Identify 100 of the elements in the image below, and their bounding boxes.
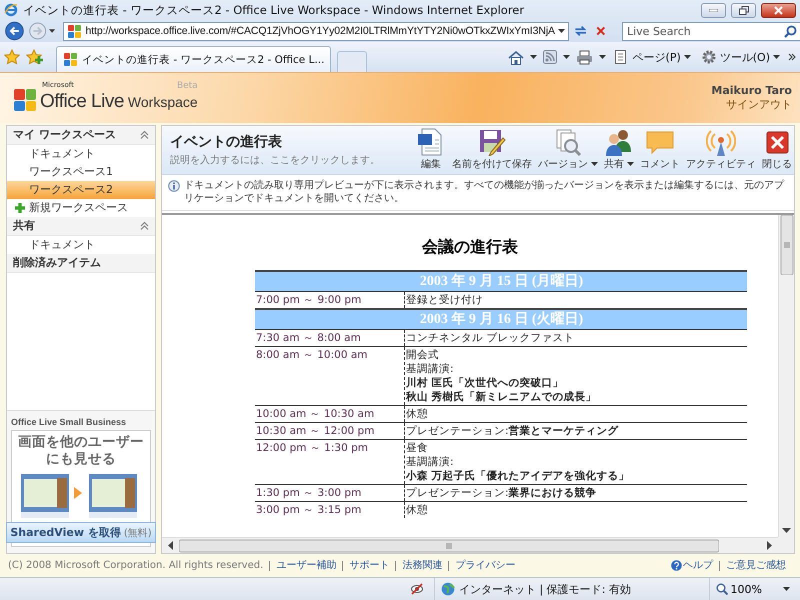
agenda-text: 基調講演: bbox=[406, 454, 455, 469]
vertical-scrollbar[interactable] bbox=[778, 214, 794, 538]
close-button[interactable] bbox=[761, 2, 796, 18]
scroll-thumb-icon bbox=[179, 538, 719, 553]
agenda-text: 休憩 bbox=[406, 502, 429, 517]
browser-tab[interactable]: イベントの進行表 - ワークスペース2 - Office L... bbox=[56, 46, 332, 72]
caret-icon[interactable] bbox=[49, 29, 56, 33]
agenda-text: 登録と受け付け bbox=[406, 292, 484, 307]
footer-link[interactable]: サポート bbox=[342, 560, 396, 571]
agenda-text: 昼食 bbox=[406, 440, 429, 455]
restore-icon bbox=[738, 6, 748, 14]
sidebar-item[interactable]: ワークスペース2 bbox=[7, 180, 155, 199]
scroll-left-icon bbox=[168, 541, 173, 550]
browser-logo-icon bbox=[4, 3, 18, 17]
agenda-text: プレゼンテーション:営業とマーケティング bbox=[406, 424, 620, 438]
sign-out-link[interactable]: サインアウト bbox=[726, 96, 792, 112]
chevron-icon[interactable] bbox=[788, 53, 796, 61]
address-field[interactable]: http://workspace.office.live.com/#CACQ1ZjVhOGY1Yy02M2I0LTRlMmYtYTY2Ni0wOTkxZWIxYmI3NjA bbox=[63, 22, 569, 40]
printer-icon[interactable] bbox=[576, 50, 593, 64]
agenda-text: 基調講演: bbox=[406, 362, 455, 376]
user-name: Maikuro Taro bbox=[711, 84, 792, 97]
collapse-icon[interactable] bbox=[140, 221, 149, 230]
time-cell: 3:00 pm ～ 3:15 pm bbox=[255, 501, 404, 518]
agenda-text: コンチネンタル ブレックファスト bbox=[406, 330, 576, 345]
price-note: (無料) bbox=[124, 526, 152, 540]
time-cell: 8:00 am ～ 10:00 am bbox=[255, 346, 404, 406]
page-icon bbox=[63, 52, 78, 67]
gear-icon bbox=[700, 49, 717, 65]
plus-icon bbox=[15, 202, 25, 213]
caret-icon bbox=[684, 55, 691, 59]
feedback-link[interactable]: ご意見ご感想 bbox=[719, 560, 792, 571]
page-menu[interactable]: ページ(P) bbox=[612, 49, 693, 65]
sidebar-item[interactable]: ドキュメント bbox=[7, 236, 155, 254]
share-button[interactable]: 共有 bbox=[604, 128, 634, 172]
comment-button[interactable]: コメント bbox=[640, 128, 680, 172]
caret-icon bbox=[591, 162, 598, 166]
back-icon[interactable] bbox=[3, 20, 26, 42]
sidebar-item[interactable]: ワークスペース1 bbox=[7, 162, 155, 181]
section-header[interactable]: 共有 bbox=[7, 216, 155, 236]
close-icon bbox=[774, 6, 783, 14]
sharedview-button[interactable]: SharedView を取得 (無料) bbox=[6, 522, 156, 544]
section-header[interactable]: 削除済みアイテム bbox=[7, 254, 155, 273]
time-cell: 7:30 am ～ 8:00 am bbox=[255, 329, 404, 346]
caret-icon bbox=[627, 162, 634, 166]
activity-button[interactable]: アクティビティ bbox=[686, 128, 756, 172]
time-cell: 10:30 am ～ 12:00 pm bbox=[255, 422, 404, 440]
caret-icon[interactable] bbox=[558, 29, 565, 33]
close-button[interactable]: 閉じる bbox=[762, 128, 792, 172]
footer-link[interactable]: 法務関連 bbox=[395, 560, 448, 571]
caret-icon bbox=[783, 587, 790, 592]
privacy-eye-icon[interactable] bbox=[410, 582, 424, 596]
preview-notice: ドキュメントの読み取り専用プレビューが下に表示されます。すべての機能が揃ったバージョンを表示または編集するには、元のアプリケーションでドキュメントを開いてください。 bbox=[184, 178, 786, 206]
description-hint[interactable]: 説明を入力するには、ここをクリックします。 bbox=[170, 152, 380, 167]
search-icon[interactable] bbox=[784, 24, 797, 38]
search-field[interactable]: Live Search bbox=[622, 22, 800, 40]
minimize-button[interactable] bbox=[701, 2, 726, 18]
scroll-down-icon bbox=[782, 528, 791, 534]
promo-title: Office Live Small Business bbox=[11, 417, 126, 428]
section-title: マイ ワークスペース bbox=[13, 127, 116, 142]
add-favorite-icon[interactable] bbox=[26, 49, 44, 65]
document-heading: 会議の進行表 bbox=[420, 236, 519, 258]
agenda-text: 開会式 bbox=[406, 348, 440, 362]
new-workspace-link[interactable]: 新規ワークスペース bbox=[7, 198, 155, 217]
window-title: イベントの進行表 - ワークスペース2 - Office Live Workspace - Windows Internet Explorer bbox=[23, 2, 526, 18]
horizontal-scrollbar[interactable] bbox=[162, 537, 778, 554]
caret-icon[interactable] bbox=[598, 55, 606, 59]
footer-link[interactable]: プライバシー bbox=[448, 560, 522, 571]
caret-icon[interactable] bbox=[562, 55, 570, 59]
brand-name: Office Live bbox=[40, 91, 124, 114]
sidebar-item[interactable]: ドキュメント bbox=[7, 144, 155, 163]
time-cell: 10:00 am ～ 10:30 am bbox=[255, 405, 404, 422]
save-as-button[interactable]: 名前を付けて保存 bbox=[452, 128, 532, 172]
help-link[interactable]: ヘルプ bbox=[671, 560, 719, 572]
home-icon[interactable] bbox=[508, 50, 524, 64]
office-logo-icon bbox=[12, 87, 38, 114]
antenna-icon bbox=[706, 128, 736, 156]
maximize-button[interactable] bbox=[731, 2, 756, 18]
favorites-star-icon[interactable] bbox=[4, 49, 20, 65]
time-cell: 1:30 pm ～ 3:00 pm bbox=[255, 484, 404, 502]
security-zone: インターネット | 保護モード: 有効 bbox=[459, 582, 631, 597]
versions-button[interactable]: バージョン bbox=[538, 128, 598, 172]
agenda-text: プレゼンテーション:業界における競争 bbox=[406, 486, 598, 500]
copyright-text: (C) 2008 Microsoft Corporation. All rights reserved. bbox=[8, 560, 264, 572]
zoom-control[interactable]: 100% bbox=[708, 578, 800, 600]
edit-button[interactable]: 編集 bbox=[416, 128, 446, 172]
footer-link[interactable]: ユーザー補助 bbox=[269, 560, 342, 571]
tools-menu[interactable]: ツール(O) bbox=[698, 49, 782, 65]
promo-headline: 画面を他のユーザーにも見せる bbox=[17, 434, 145, 468]
feed-icon[interactable] bbox=[542, 50, 557, 64]
section-header[interactable]: マイ ワークスペース bbox=[7, 126, 155, 145]
floppy-pencil-icon bbox=[477, 128, 507, 156]
agenda-text: 休憩 bbox=[406, 406, 429, 421]
globe-icon bbox=[441, 582, 455, 596]
caret-icon[interactable] bbox=[530, 55, 537, 59]
scroll-thumb-icon bbox=[780, 214, 794, 275]
zoom-icon bbox=[716, 583, 728, 596]
info-icon bbox=[168, 180, 180, 192]
date-heading: 2003 年 9 月 16 日 (火曜日) bbox=[255, 308, 747, 330]
section-title: 共有 bbox=[13, 218, 35, 234]
collapse-icon[interactable] bbox=[140, 130, 149, 140]
